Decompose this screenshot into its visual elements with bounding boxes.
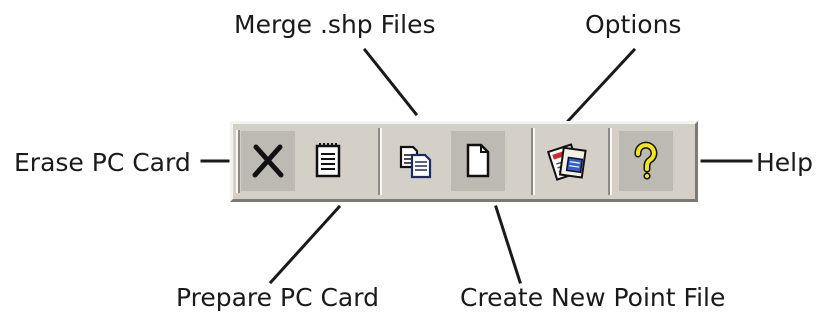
merge-shp-files-button[interactable] — [389, 131, 443, 191]
merge-leader-line — [362, 47, 419, 117]
options-leader-line — [565, 47, 637, 124]
prepare-leader-line — [268, 204, 342, 285]
notepad-icon — [315, 143, 341, 178]
toolbar-separator — [378, 128, 382, 195]
create-new-point-file-button[interactable] — [451, 131, 505, 191]
erase-pc-card-button[interactable] — [241, 131, 295, 191]
toolbar-separator — [531, 128, 535, 195]
x-delete-icon — [252, 144, 284, 178]
help-button[interactable] — [619, 131, 673, 191]
create-leader-line — [494, 205, 522, 284]
options-cards-icon — [546, 143, 587, 181]
copy-pages-icon — [399, 145, 432, 179]
prepare-pc-card-button[interactable] — [301, 131, 355, 191]
toolbar-separator — [608, 128, 612, 195]
question-mark-icon — [634, 141, 658, 180]
options-button[interactable] — [542, 131, 596, 191]
toolbar-grip[interactable] — [236, 130, 240, 193]
blank-page-icon — [466, 143, 490, 178]
toolbar — [230, 121, 698, 202]
